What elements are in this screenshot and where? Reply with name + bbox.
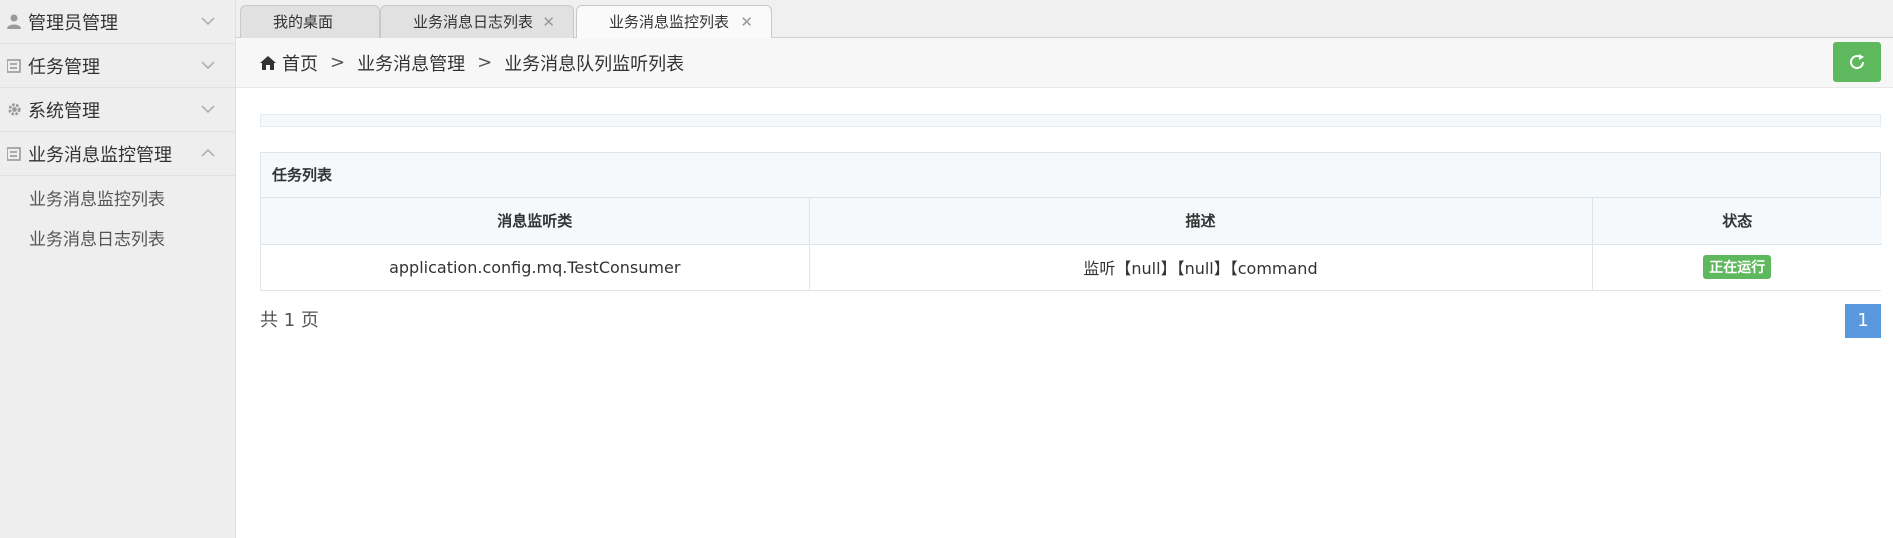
refresh-button[interactable] xyxy=(1833,42,1881,82)
tab-label: 业务消息日志列表 xyxy=(413,13,534,31)
task-list-panel: 任务列表 消息监听类 描述 状态 application.config.mq.T… xyxy=(260,152,1882,291)
gear-icon xyxy=(6,102,22,118)
tab-label: 业务消息监控列表 xyxy=(609,13,730,31)
refresh-icon xyxy=(1850,54,1865,70)
cell-status: 正在运行 xyxy=(1592,244,1882,290)
chevron-up-icon xyxy=(201,148,215,157)
close-icon[interactable]: ✕ xyxy=(542,6,555,39)
submenu: 业务消息监控列表 业务消息日志列表 xyxy=(0,176,235,260)
breadcrumb-level1[interactable]: 业务消息管理 xyxy=(357,50,465,76)
menu-item-admin[interactable]: 管理员管理 xyxy=(0,0,235,44)
task-table: 消息监听类 描述 状态 application.config.mq.TestCo… xyxy=(261,198,1882,290)
menu-label: 系统管理 xyxy=(28,100,100,122)
breadcrumb-home[interactable]: 首页 xyxy=(282,50,318,76)
sidebar: 管理员管理 任务管理 系统管理 业务消息监控管理 业务消息监控列表 业务消息日志… xyxy=(0,0,236,538)
column-header-listener: 消息监听类 xyxy=(261,198,810,245)
chevron-down-icon xyxy=(201,61,215,70)
menu-label: 业务消息监控管理 xyxy=(28,144,172,166)
pager-info: 共 1 页 xyxy=(260,310,319,331)
tab-monitor-list[interactable]: 业务消息监控列表 ✕ xyxy=(576,5,772,39)
column-header-description: 描述 xyxy=(809,198,1593,245)
chevron-down-icon xyxy=(201,105,215,114)
pager-page-button[interactable]: 1 xyxy=(1845,304,1881,338)
table-header-row: 消息监听类 描述 状态 xyxy=(261,198,1882,245)
search-strip xyxy=(260,114,1881,127)
tab-label: 我的桌面 xyxy=(273,13,334,31)
main-content: 首页 > 业务消息管理 > 业务消息队列监听列表 任务列表 消息监听类 描述 状… xyxy=(236,38,1893,538)
status-badge: 正在运行 xyxy=(1703,255,1772,280)
menu-item-task[interactable]: 任务管理 xyxy=(0,44,235,88)
close-icon[interactable]: ✕ xyxy=(740,6,753,39)
list-icon xyxy=(6,58,22,74)
tab-desktop[interactable]: 我的桌面 xyxy=(240,5,380,38)
breadcrumb-separator: > xyxy=(477,52,493,73)
home-icon xyxy=(260,55,276,70)
breadcrumb-level2: 业务消息队列监听列表 xyxy=(504,53,685,75)
menu-item-msg-monitor[interactable]: 业务消息监控管理 xyxy=(0,132,235,176)
menu-label: 任务管理 xyxy=(28,56,100,78)
menu-item-system[interactable]: 系统管理 xyxy=(0,88,235,132)
menu-label: 管理员管理 xyxy=(28,12,118,34)
tab-bar: 我的桌面 业务消息日志列表 ✕ 业务消息监控列表 ✕ xyxy=(236,0,1893,39)
cell-listener: application.config.mq.TestConsumer xyxy=(261,244,810,290)
panel-title: 任务列表 xyxy=(261,153,1880,198)
table-row: application.config.mq.TestConsumer 监听【nu… xyxy=(261,244,1882,290)
submenu-item-monitor-list[interactable]: 业务消息监控列表 xyxy=(0,180,235,220)
breadcrumb: 首页 > 业务消息管理 > 业务消息队列监听列表 xyxy=(236,38,1893,88)
chevron-down-icon xyxy=(201,17,215,26)
list-icon xyxy=(6,146,22,162)
user-icon xyxy=(6,14,22,30)
cell-description: 监听【null】【null】【command xyxy=(809,244,1593,290)
tab-log-list[interactable]: 业务消息日志列表 ✕ xyxy=(380,5,574,38)
column-header-status: 状态 xyxy=(1592,198,1882,245)
breadcrumb-separator: > xyxy=(330,52,346,73)
submenu-item-log-list[interactable]: 业务消息日志列表 xyxy=(0,220,235,260)
